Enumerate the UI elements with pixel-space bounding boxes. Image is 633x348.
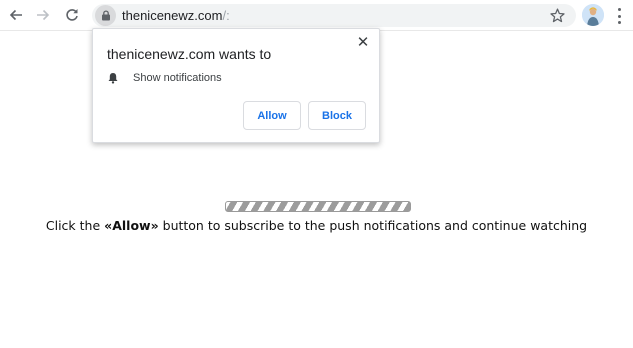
- arrow-right-icon: [37, 9, 50, 21]
- url-path: /:: [222, 8, 230, 23]
- url-text[interactable]: thenicenewz.com/:: [122, 8, 230, 23]
- kebab-menu-icon[interactable]: [612, 6, 626, 26]
- star-icon[interactable]: [549, 7, 566, 24]
- url-domain: thenicenewz.com: [122, 8, 223, 23]
- close-icon[interactable]: ✕: [355, 35, 371, 51]
- address-bar[interactable]: thenicenewz.com/:: [92, 4, 576, 27]
- bell-icon: [108, 73, 118, 84]
- reload-icon: [66, 9, 78, 21]
- lock-icon: [101, 10, 110, 21]
- reload-button[interactable]: [61, 4, 83, 26]
- arrow-left-icon: [9, 9, 22, 21]
- forward-button[interactable]: [32, 4, 54, 26]
- message-after: button to subscribe to the push notifica…: [158, 218, 588, 233]
- block-button[interactable]: Block: [308, 101, 366, 130]
- allow-button[interactable]: Allow: [243, 101, 301, 130]
- browser-toolbar: thenicenewz.com/:: [0, 0, 633, 31]
- permission-label: Show notifications: [133, 72, 222, 84]
- message-allow-highlight: «Allow»: [104, 218, 159, 233]
- notification-permission-popup: thenicenewz.com wants to ✕ Show notifica…: [92, 28, 380, 143]
- instruction-message: Click the «Allow» button to subscribe to…: [0, 218, 633, 234]
- site-info-button[interactable]: [95, 5, 116, 26]
- permission-row: Show notifications: [107, 70, 222, 86]
- avatar-icon: [582, 4, 604, 26]
- loading-progress-bar: [225, 201, 411, 212]
- message-before: Click the: [45, 218, 105, 233]
- back-button[interactable]: [5, 4, 27, 26]
- profile-avatar[interactable]: [582, 4, 604, 26]
- popup-title: thenicenewz.com wants to: [107, 46, 272, 62]
- progress-fill: [226, 202, 410, 211]
